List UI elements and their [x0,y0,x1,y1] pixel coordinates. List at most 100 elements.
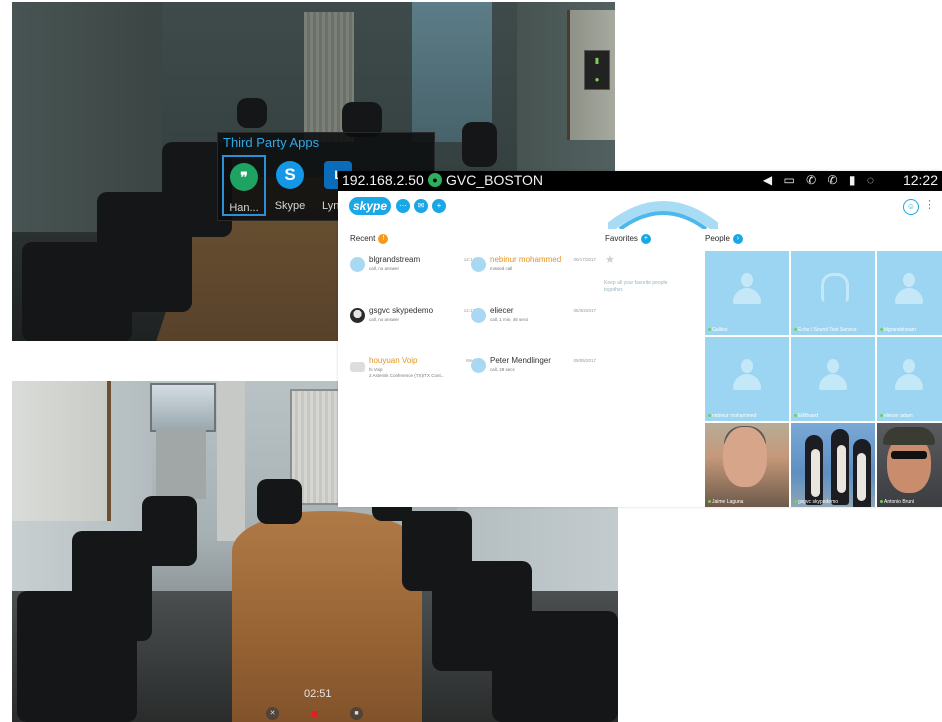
status-dot-icon: ● [594,75,600,84]
recent-name: gsgvc skypedemo [369,306,434,315]
recent-detail: call, no answer [369,266,400,271]
people-section-title: People › [705,234,743,244]
contact-name: nebinur mohammed [708,413,756,419]
app-label: Skype [274,200,306,212]
profile-avatar-button[interactable]: ☺ [903,199,919,215]
recent-badge-icon: ! [378,234,389,244]
clock: 12:22 [902,172,938,188]
skype-icon: S [276,161,304,189]
recent-label: Recent [350,234,376,244]
recent-detail: call, 28 secs [490,367,515,372]
chair [492,611,618,722]
whiteboard [12,381,111,521]
recent-name: Peter Mendlinger [490,356,551,365]
person-placeholder-icon [895,273,923,307]
contact-tile[interactable]: Echo / Sound Test Service [791,251,875,335]
call-controls: ✕ ■ [266,707,366,721]
favorites-label: Favorites [605,234,638,244]
contact-name: blgrandstream [880,327,916,333]
contact-tile[interactable]: Jaime Laguna [705,423,789,507]
chair [462,122,497,167]
contact-name: Galileo [708,327,728,333]
app-label: Han... [229,202,259,214]
contact-tile[interactable]: nebinur mohammed [705,337,789,421]
person-placeholder-icon [733,273,761,307]
dialpad-button[interactable]: ⋯ [396,199,410,213]
favorites-hint: Keep all your favorite people together. [604,280,668,293]
people-grid: Galileo Echo / Sound Test Service blgran… [705,251,942,507]
contact-tile[interactable]: ElliBoard [791,337,875,421]
avatar [350,308,365,323]
recent-detail: 2 Asterisk Conference (TX)/TX Cont... [369,373,445,378]
person-placeholder-icon [733,359,761,393]
recent-name: nebinur mohammed [490,255,562,264]
contact-name: Antonio Bruni [880,499,914,505]
overflow-menu-icon[interactable]: ⋮ [924,198,935,211]
contact-name: ElliBoard [794,413,818,419]
favorites-add-icon[interactable]: + [640,234,651,244]
people-badge-icon: › [732,234,743,244]
contact-name: Jaime Laguna [708,499,743,505]
avatar [350,257,365,272]
recent-name: eliecer [490,306,514,315]
skype-app-screen: 192.168.2.50 ● GVC_BOSTON ◀ ▭ ✆ ✆ ▮ ◌ 12… [338,171,942,507]
end-call-button[interactable]: ✕ [266,707,279,720]
recent-detail: call, 1 min, 46 secs [490,317,529,322]
recent-item[interactable]: blgrandstream call, no answer 14:14 [350,253,475,283]
recent-item[interactable]: nebinur mohammed missed call 06/17/2017 [471,253,596,283]
status-icons: ◀ ▭ ✆ ✆ ▮ ◌ [762,173,878,187]
header-wave-graphic [608,201,718,229]
account-name: GVC_BOSTON [446,172,543,188]
pillar [217,381,245,541]
recent-section-title: Recent! [350,234,389,244]
contact-name: eliecer adam [880,413,913,419]
recent-time: 05/05/2017 [573,358,596,363]
contact-name: Echo / Sound Test Service [794,327,857,333]
contact-tile[interactable]: blgrandstream [877,251,942,335]
chair [237,98,267,128]
status-bar: 192.168.2.50 ● GVC_BOSTON ◀ ▭ ✆ ✆ ▮ ◌ 12… [338,171,942,191]
avatar [471,358,486,373]
chair [17,591,137,722]
avatar [471,308,486,323]
contact-tile[interactable]: gsgvc skypedemo [791,423,875,507]
account-icon: ● [428,173,442,187]
people-label: People [705,234,730,244]
call-timer: 02:51 [304,688,332,700]
add-contact-button[interactable]: + [432,199,446,213]
video-toggle-button[interactable]: ■ [350,707,363,720]
person-placeholder-icon [895,359,923,393]
hangouts-icon: ❞ [230,163,258,191]
avatar [350,362,365,372]
star-icon: ★ [605,254,615,266]
avatar [471,257,486,272]
ip-address: 192.168.2.50 [342,172,424,188]
recent-item[interactable]: gsgvc skypedemo call, no answer 14:13 [350,304,475,334]
recent-item[interactable]: houyuan Voip hi Voip 2 Asterisk Conferen… [350,354,475,384]
chair [22,242,132,341]
recent-item[interactable]: eliecer call, 1 min, 46 secs 05/30/2017 [471,304,596,334]
chair [257,479,302,524]
recent-time: 06/17/2017 [573,257,596,262]
camera-icon: ▮ [594,56,600,65]
cubicle [156,429,206,499]
recent-item[interactable]: Peter Mendlinger call, 28 secs 05/05/201… [471,354,596,384]
recent-name: blgrandstream [369,255,421,264]
headset-icon [821,273,849,302]
recent-name: houyuan Voip [369,356,418,365]
contact-tile[interactable]: Antonio Bruni [877,423,942,507]
window [412,2,492,142]
chat-button[interactable]: ✉ [414,199,428,213]
app-tile-hangouts[interactable]: ❞ Han... [222,155,266,216]
recent-detail: call, no answer [369,317,400,322]
contact-tile[interactable]: eliecer adam [877,337,942,421]
person-placeholder-icon [819,359,847,393]
recent-time: 05/30/2017 [573,308,596,313]
skype-logo: skype [349,197,391,215]
contact-tile[interactable]: Galileo [705,251,789,335]
chair [142,496,197,566]
contact-photo [723,427,767,487]
window [150,383,216,432]
popup-title: Third Party Apps [223,135,320,150]
app-tile-skype[interactable]: S Skype [270,155,310,212]
